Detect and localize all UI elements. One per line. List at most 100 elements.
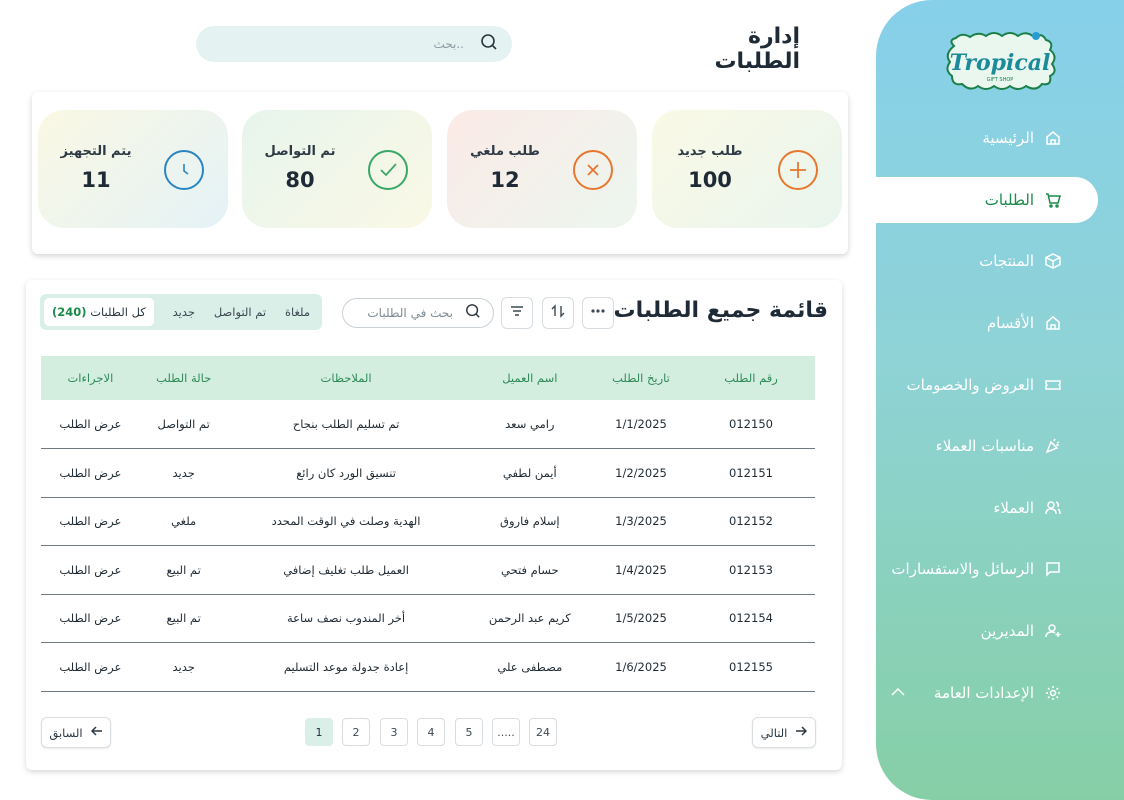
sort-icon — [550, 303, 566, 323]
stats-panel: طلب جديد 100 طلب ملغي 12 تم التواصل 80 ي… — [32, 92, 848, 254]
page-title: إدارة الطلبات — [714, 24, 800, 74]
sidebar-item-occasions[interactable]: مناسبات العملاء — [876, 423, 1098, 469]
arrow-right-icon — [795, 725, 808, 740]
status-badge: جديد — [139, 448, 228, 498]
status-filter-tabs: (240) كل الطلبات جديد تم التواصل ملغاة — [40, 294, 322, 330]
order-date: 1/5/2025 — [595, 594, 687, 643]
sidebar-item-label: الأقسام — [986, 314, 1034, 332]
clock-icon — [164, 150, 204, 190]
order-id: 012155 — [687, 642, 815, 692]
stat-card-preparing[interactable]: يتم التجهيز 11 — [38, 110, 228, 228]
order-date: 1/3/2025 — [595, 497, 687, 546]
svg-text:Tropical: Tropical — [950, 50, 1051, 76]
view-order-link[interactable]: عرض الطلب — [41, 497, 140, 546]
status-badge: جديد — [139, 642, 228, 692]
sidebar-item-categories[interactable]: الأقسام — [876, 300, 1098, 346]
view-order-link[interactable]: عرض الطلب — [41, 594, 140, 643]
order-notes: إعادة جدولة موعد التسليم — [227, 642, 465, 692]
tab-all-orders[interactable]: (240) كل الطلبات — [44, 298, 154, 326]
search-icon — [480, 33, 498, 55]
orders-title: قائمة جميع الطلبات — [613, 298, 828, 323]
column-header[interactable]: اسم العميل — [465, 356, 595, 400]
stat-value: 100 — [688, 168, 732, 192]
admin-icon — [1044, 622, 1062, 640]
svg-text:GIFT SHOP: GIFT SHOP — [987, 77, 1014, 83]
sidebar-item-label: الرسائل والاستفسارات — [891, 560, 1034, 578]
plus-icon — [778, 150, 818, 190]
stat-label: طلب ملغي — [470, 144, 540, 159]
check-icon — [368, 150, 408, 190]
sidebar-item-products[interactable]: المنتجات — [876, 238, 1098, 284]
status-badge: ملغي — [139, 497, 228, 546]
customer-name: إسلام فاروق — [464, 497, 596, 546]
customer-name: مصطفى علي — [464, 642, 596, 692]
sidebar-item-label: الإعدادات العامة — [933, 684, 1034, 702]
home-icon — [1044, 129, 1062, 147]
stat-card-cancelled[interactable]: طلب ملغي 12 — [447, 110, 637, 228]
more-icon — [590, 303, 606, 323]
prev-page-button[interactable]: السابق — [41, 717, 111, 748]
stat-card-new[interactable]: طلب جديد 100 — [652, 110, 842, 228]
view-order-link[interactable]: عرض الطلب — [41, 448, 140, 498]
sidebar-item-customers[interactable]: العملاء — [876, 485, 1098, 531]
page-button[interactable]: 5 — [455, 718, 483, 746]
stat-value: 12 — [490, 168, 520, 192]
table-row[interactable]: 012150 1/1/2025 رامي سعد تم تسليم الطلب … — [41, 400, 815, 449]
sidebar-item-home[interactable]: الرئيسية — [876, 115, 1098, 161]
chevron-up-icon[interactable] — [890, 684, 906, 704]
orders-table: رقم الطلب تاريخ الطلب اسم العميل الملاحظ… — [41, 356, 815, 692]
sort-button[interactable] — [542, 297, 574, 329]
next-page-button[interactable]: التالي — [752, 717, 816, 748]
x-icon — [573, 150, 613, 190]
sidebar-item-label: العروض والخصومات — [906, 376, 1034, 394]
stat-value: 80 — [285, 168, 315, 192]
view-order-link[interactable]: عرض الطلب — [41, 400, 140, 449]
arrow-left-icon — [90, 725, 103, 740]
sidebar-item-orders[interactable]: الطلبات — [876, 177, 1098, 223]
more-button[interactable] — [582, 297, 614, 329]
view-order-link[interactable]: عرض الطلب — [41, 545, 140, 595]
table-row[interactable]: 012151 1/2/2025 أيمن لطفي تنسيق الورد كا… — [41, 448, 815, 498]
column-header[interactable]: تاريخ الطلب — [595, 356, 687, 400]
stat-label: يتم التجهيز — [60, 144, 132, 159]
users-icon — [1044, 499, 1062, 517]
table-row[interactable]: 012153 1/4/2025 حسام فتحي العميل طلب تغل… — [41, 545, 815, 595]
category-icon — [1044, 314, 1062, 332]
stat-card-contacted[interactable]: تم التواصل 80 — [242, 110, 432, 228]
table-header-row: رقم الطلب تاريخ الطلب اسم العميل الملاحظ… — [41, 356, 815, 400]
column-header[interactable]: حالة الطلب — [140, 356, 228, 400]
view-order-link[interactable]: عرض الطلب — [41, 642, 140, 692]
order-date: 1/2/2025 — [595, 448, 687, 498]
column-header[interactable]: الاجراءات — [41, 356, 140, 400]
next-page-label: التالي — [760, 725, 788, 740]
tab-contacted[interactable]: تم التواصل — [214, 305, 266, 319]
page-button[interactable]: 24 — [529, 718, 557, 746]
order-notes: الهدية وصلت في الوقت المحدد — [227, 497, 465, 546]
tab-cancelled[interactable]: ملغاة — [285, 305, 310, 319]
sidebar-item-admins[interactable]: المديرين — [876, 608, 1098, 654]
table-row[interactable]: 012154 1/5/2025 كريم عبد الرحمن أخر المن… — [41, 594, 815, 643]
sidebar-item-label: المديرين — [980, 622, 1034, 640]
table-row[interactable]: 012152 1/3/2025 إسلام فاروق الهدية وصلت … — [41, 497, 815, 546]
page-button[interactable]: 2 — [342, 718, 370, 746]
stat-value: 11 — [81, 168, 111, 192]
tropical-logo[interactable]: Tropical GIFT SHOP — [940, 28, 1060, 94]
status-badge: تم التواصل — [139, 400, 228, 449]
sidebar-item-messages[interactable]: الرسائل والاستفسارات — [876, 546, 1098, 592]
page-button[interactable]: 3 — [380, 718, 408, 746]
customer-name: أيمن لطفي — [464, 448, 596, 498]
search-input[interactable]: بحث.. — [196, 26, 512, 62]
page-button[interactable]: 4 — [417, 718, 445, 746]
page-button-current[interactable]: 1 — [305, 718, 333, 746]
party-icon — [1044, 437, 1062, 455]
page-ellipsis: ..... — [492, 718, 520, 746]
filter-button[interactable] — [501, 297, 533, 329]
column-header[interactable]: رقم الطلب — [687, 356, 815, 400]
table-row[interactable]: 012155 1/6/2025 مصطفى علي إعادة جدولة مو… — [41, 642, 815, 692]
sidebar-item-settings[interactable]: الإعدادات العامة — [876, 670, 1098, 716]
tab-new[interactable]: جديد — [173, 305, 195, 319]
sidebar-item-offers[interactable]: العروض والخصومات — [876, 362, 1098, 408]
customer-name: رامي سعد — [464, 400, 596, 449]
column-header[interactable]: الملاحظات — [228, 356, 465, 400]
orders-search-input[interactable]: بحث في الطلبات — [342, 298, 494, 328]
